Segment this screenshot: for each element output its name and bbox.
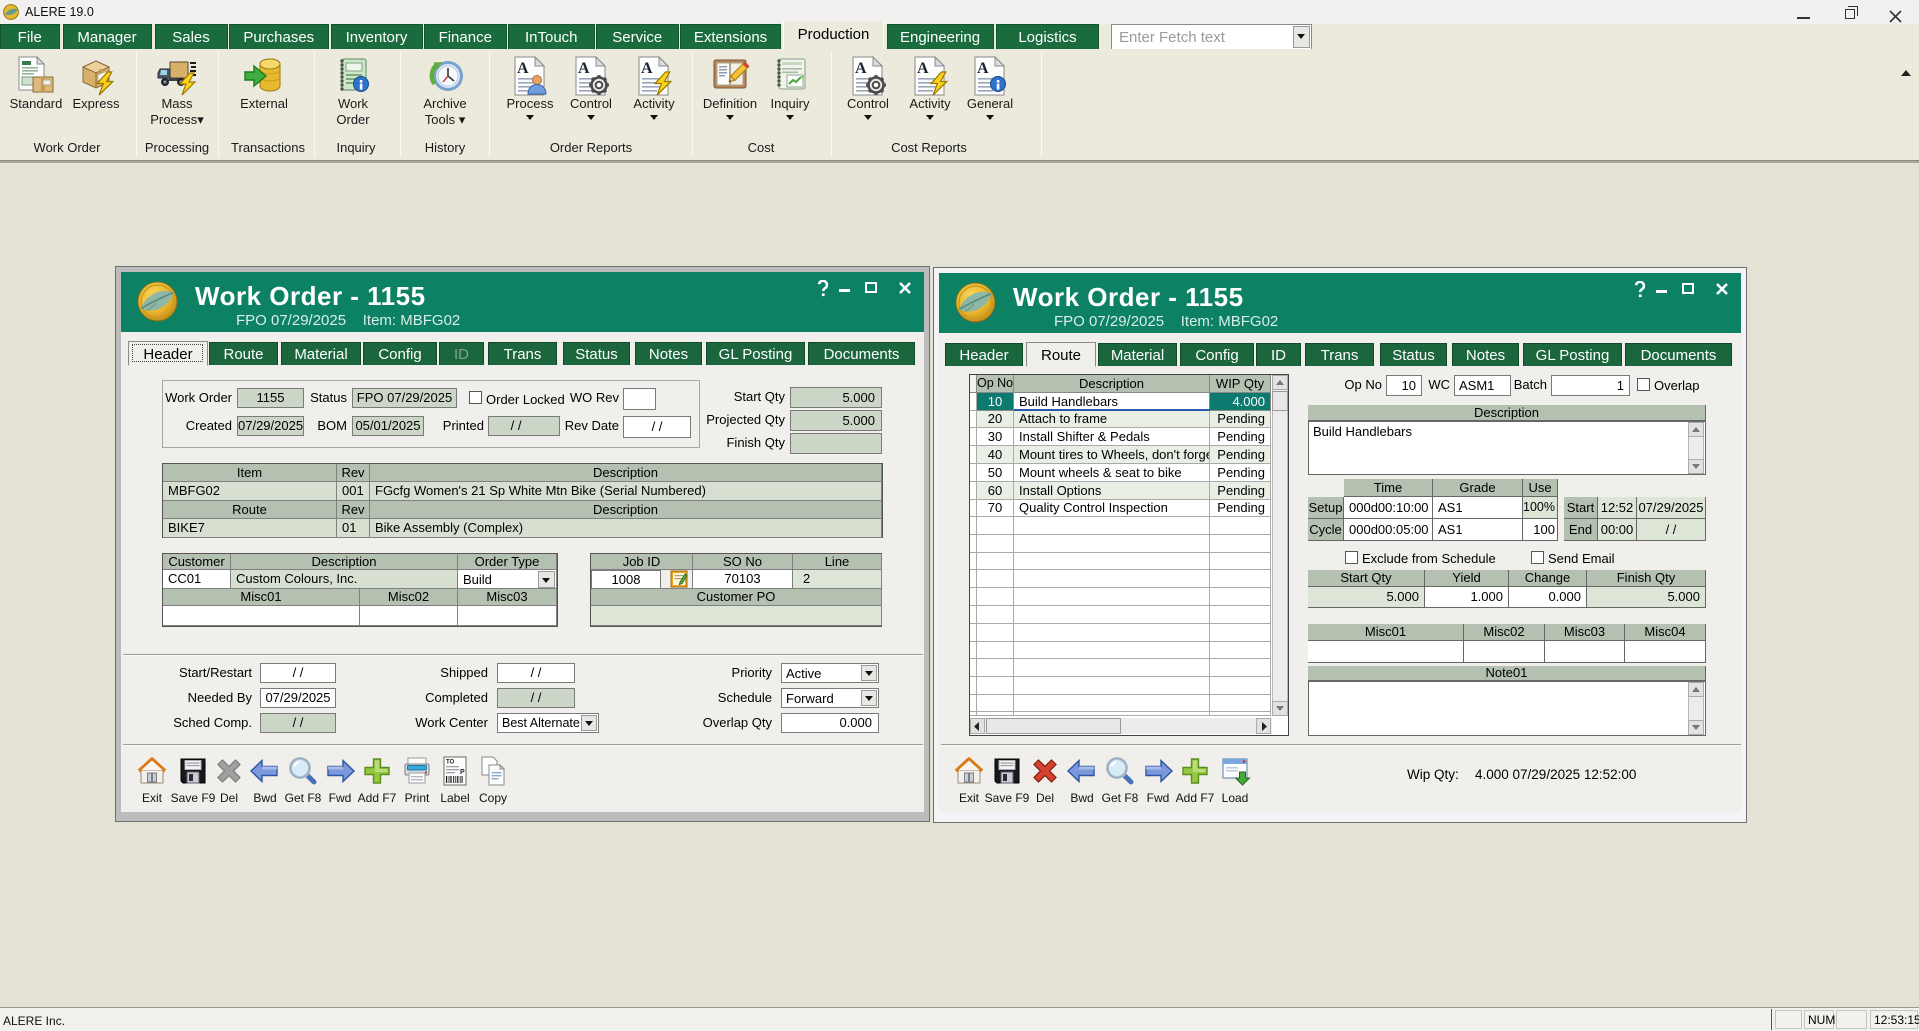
svg-text:A: A xyxy=(578,60,590,77)
svg-text:A: A xyxy=(641,60,653,77)
svg-text:A: A xyxy=(977,60,989,77)
svg-text:A: A xyxy=(517,60,529,77)
svg-text:A: A xyxy=(917,60,929,77)
svg-text:TO: TO xyxy=(446,760,455,766)
svg-text:P: P xyxy=(460,769,465,776)
svg-text:A: A xyxy=(855,60,867,77)
